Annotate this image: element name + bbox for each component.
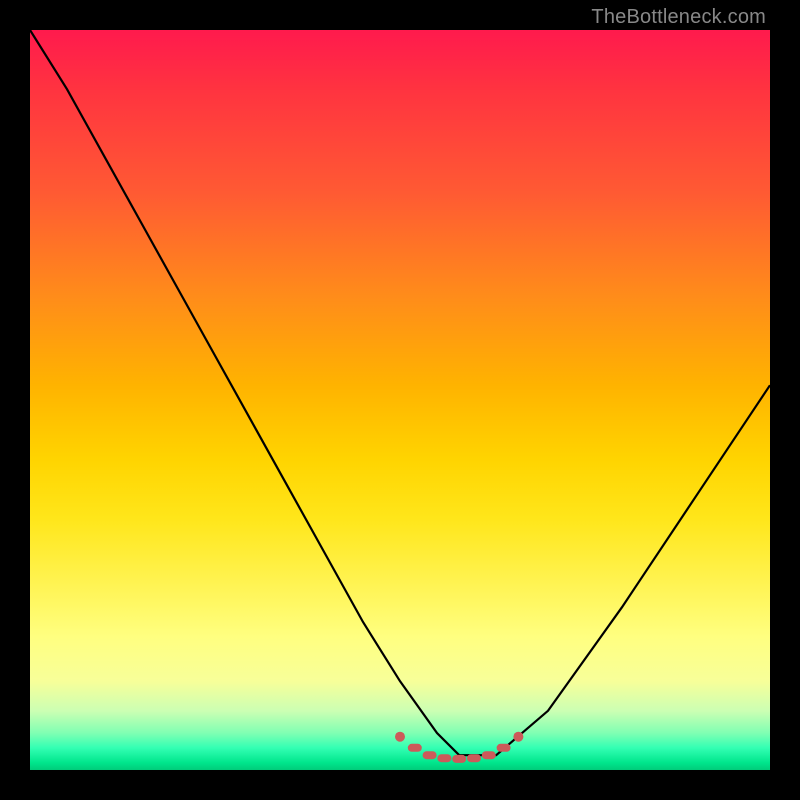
main-curve <box>30 30 770 755</box>
chart-svg <box>30 30 770 770</box>
attribution-text: TheBottleneck.com <box>591 6 766 29</box>
chart-plot-area <box>30 30 770 770</box>
chart-frame: TheBottleneck.com <box>0 0 800 800</box>
